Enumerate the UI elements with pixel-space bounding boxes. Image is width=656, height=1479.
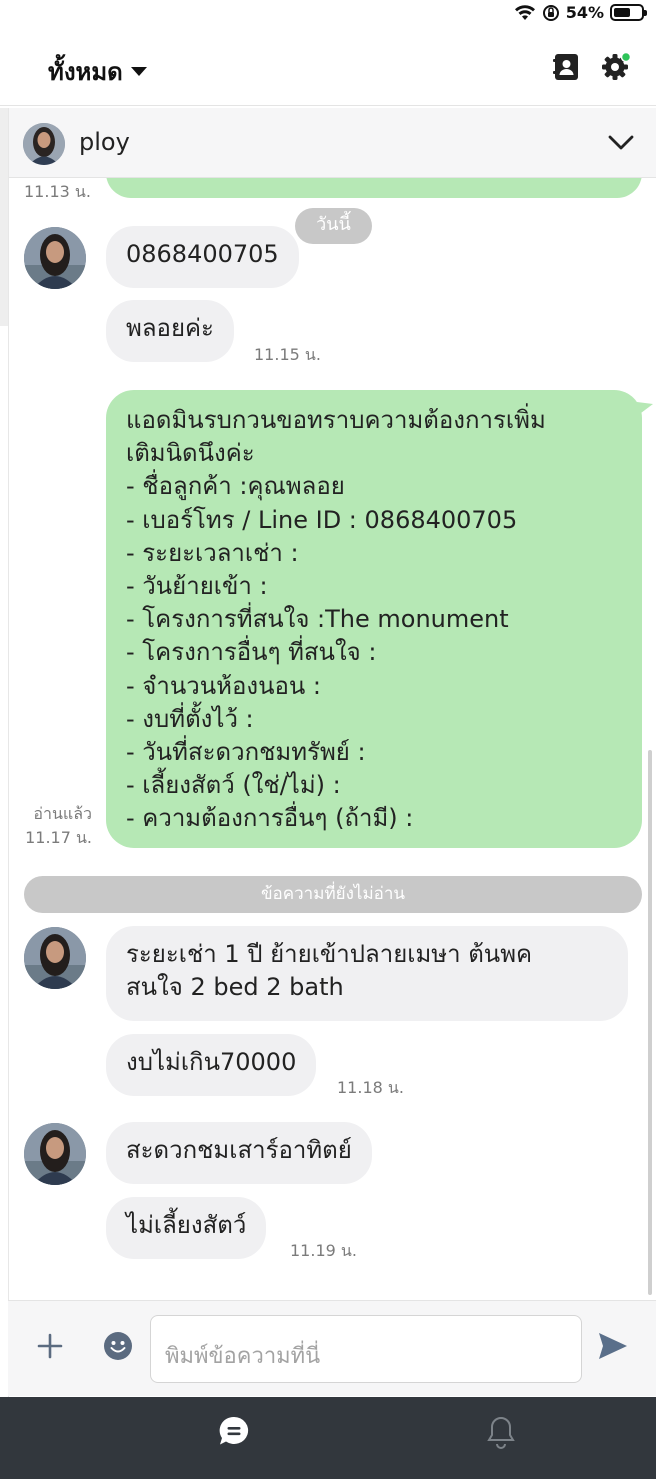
bubble-tail-icon	[637, 402, 653, 416]
sender-avatar[interactable]	[24, 927, 86, 989]
settings-icon[interactable]	[600, 52, 630, 82]
message-line: - เลี้ยงสัตว์ (ใช่/ไม่) :	[126, 771, 341, 800]
add-plus-icon[interactable]	[36, 1332, 64, 1360]
send-icon[interactable]	[598, 1332, 628, 1360]
sender-avatar[interactable]	[24, 1123, 86, 1185]
message-line: - โครงการที่สนใจ :The monument	[126, 605, 509, 634]
message-bubble-incoming[interactable]: สะดวกชมเสาร์อาทิตย์	[106, 1122, 372, 1184]
date-chip: วันนี้	[295, 208, 372, 244]
message-text: 0868400705	[126, 240, 279, 268]
message-time: 11.15 น.	[254, 345, 321, 364]
rotation-lock-icon	[542, 4, 559, 21]
chat-panel: ploy 11.13 น. วันนี้ 0868400705 พลอยค่ะ	[8, 108, 656, 1397]
room-name: ploy	[79, 128, 130, 156]
message-line: ระยะเช่า 1 ปี ย้ายเข้าปลายเมษา ต้นพค	[126, 940, 533, 968]
message-bubble-incoming[interactable]: ไม่เลี้ยงสัตว์	[106, 1197, 267, 1259]
chevron-down-icon[interactable]	[608, 130, 634, 156]
message-input[interactable]: พิมพ์ข้อความที่นี่	[150, 1315, 582, 1383]
message-time: 11.19 น.	[290, 1241, 357, 1260]
unread-divider: ข้อความที่ยังไม่อ่าน	[24, 876, 642, 913]
message-time: 11.18 น.	[337, 1078, 404, 1097]
read-receipt: อ่านแล้ว 11.17 น.	[15, 802, 92, 850]
screen: 54% ทั้งหมด ploy 11.13 น. วันนี้ 0868400…	[0, 0, 656, 1479]
notification-bell-icon[interactable]	[486, 1415, 516, 1449]
message-line: สนใจ 2 bed 2 bath	[126, 973, 344, 1001]
side-tab	[0, 108, 8, 326]
message-line: - งบที่ตั้งไว้ :	[126, 704, 254, 733]
bottom-nav	[0, 1397, 656, 1479]
message-line: เติมนิดนึงค่ะ	[126, 439, 255, 468]
notification-dot-icon	[620, 52, 630, 63]
message-line: - ความต้องการอื่นๆ (ถ้ามี) :	[126, 804, 414, 833]
message-line: - ระยะเวลาเช่า :	[126, 538, 299, 567]
message-line: - โครงการอื่นๆ ที่สนใจ :	[126, 638, 377, 667]
message-text: พลอยค่ะ	[126, 314, 214, 342]
message-line: - เบอร์โทร / Line ID : 0868400705	[126, 505, 518, 534]
message-bubble-outgoing[interactable]: แอดมินรบกวนขอทราบความต้องการเพิ่ม เติมนิ…	[106, 390, 642, 848]
message-text: งบไม่เกิน70000	[126, 1048, 297, 1076]
chat-room-header[interactable]: ploy	[9, 108, 656, 178]
top-header: ทั้งหมด	[0, 36, 656, 106]
read-label: อ่านแล้ว	[33, 804, 92, 823]
message-text: สะดวกชมเสาร์อาทิตย์	[126, 1136, 352, 1164]
chat-tab-icon[interactable]	[218, 1415, 250, 1447]
chat-filter-dropdown[interactable]: ทั้งหมด	[48, 52, 147, 91]
message-bubble-incoming[interactable]: ระยะเช่า 1 ปี ย้ายเข้าปลายเมษา ต้นพค สนใ…	[106, 926, 628, 1021]
chat-filter-label: ทั้งหมด	[48, 58, 123, 86]
battery-icon	[610, 4, 647, 21]
message-line: - วันที่สะดวกชมทรัพย์ :	[126, 738, 366, 767]
message-line: - วันย้ายเข้า :	[126, 572, 268, 601]
message-text: ไม่เลี้ยงสัตว์	[126, 1211, 247, 1239]
status-bar: 54%	[0, 0, 656, 28]
message-bubble-incoming[interactable]: งบไม่เกิน70000	[106, 1034, 317, 1096]
sender-avatar[interactable]	[24, 227, 86, 289]
message-bubble-incoming[interactable]: พลอยค่ะ	[106, 300, 234, 362]
chat-scrollbar[interactable]	[648, 750, 652, 1295]
wifi-icon	[514, 4, 535, 20]
emoji-icon[interactable]	[103, 1331, 133, 1361]
message-time: 11.17 น.	[25, 828, 92, 847]
message-line: - จำนวนห้องนอน :	[126, 671, 322, 700]
message-line: แอดมินรบกวนขอทราบความต้องการเพิ่ม	[126, 406, 546, 434]
contacts-icon[interactable]	[551, 52, 581, 82]
message-line: - ชื่อลูกค้า :คุณพลอย	[126, 472, 345, 501]
battery-percent: 54%	[565, 3, 604, 22]
caret-down-icon	[130, 67, 147, 76]
message-time: 11.13 น.	[24, 182, 91, 201]
message-bubble-incoming[interactable]: 0868400705	[106, 226, 299, 288]
room-avatar	[23, 123, 65, 165]
